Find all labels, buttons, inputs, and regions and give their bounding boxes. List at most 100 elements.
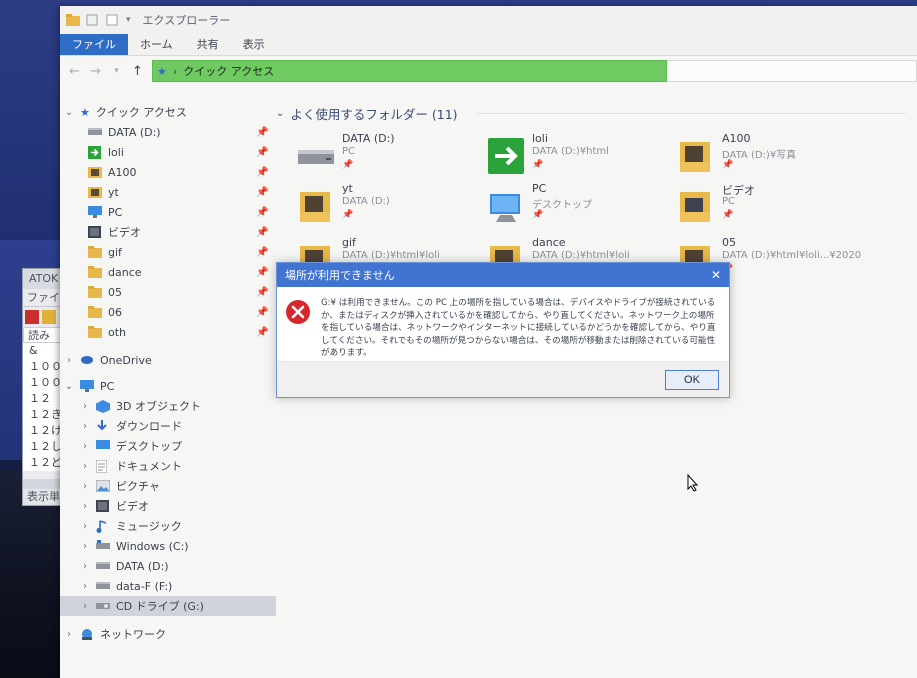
folder-icon [88,325,102,339]
nav-pc-item[interactable]: › ダウンロード [60,416,276,436]
nav-quick-item[interactable]: gif 📌 [60,242,276,262]
nav-label: 3D オブジェクト [116,400,201,413]
nav-pc-item[interactable]: › ピクチャ [60,476,276,496]
expand-chevron-icon[interactable]: › [80,501,90,512]
nav-quick-item[interactable]: DATA (D:) 📌 [60,122,276,142]
folder-tile[interactable]: A100 DATA (D:)¥写真 📌 [676,132,856,184]
folder-icon[interactable] [66,14,80,26]
atok-book-icon[interactable] [25,310,39,324]
nav-quick-item[interactable]: dance 📌 [60,262,276,282]
nav-quick-item[interactable]: loli 📌 [60,142,276,162]
nav-quick-access[interactable]: ⌄ ★ クイック アクセス [60,102,276,122]
nav-pc[interactable]: ⌄ PC [60,376,276,396]
section-divider [476,113,906,114]
properties-icon[interactable] [86,14,100,26]
computer-icon [88,205,102,219]
quick-access-toolbar-dropdown-icon[interactable]: ▾ [126,15,131,25]
dialog-message: G:¥ は利用できません。この PC 上の場所を指している場合は、デバイスやドラ… [321,298,716,359]
expand-chevron-icon[interactable]: › [80,481,90,492]
expand-chevron-icon[interactable]: › [80,541,90,552]
tab-home[interactable]: ホーム [128,34,185,55]
folder-tile[interactable]: loli DATA (D:)¥html 📌 [486,132,666,184]
ok-button[interactable]: OK [665,370,719,390]
frequent-folders-header[interactable]: ⌄ よく使用するフォルダー (11) [276,102,458,124]
recent-locations-chevron-icon[interactable]: ▾ [110,66,123,76]
expand-chevron-icon[interactable]: › [80,441,90,452]
pin-icon[interactable]: 📌 [256,327,268,338]
cd-drive-icon [96,600,110,613]
nav-label: OneDrive [100,353,152,367]
expand-chevron-icon[interactable]: › [80,421,90,432]
tile-name: dance [532,236,566,249]
nav-quick-item[interactable]: A100 📌 [60,162,276,182]
folder-tile[interactable]: ビデオ PC 📌 [676,182,856,234]
pin-icon[interactable]: 📌 [256,127,268,138]
nav-pc-item[interactable]: › DATA (D:) [60,556,276,576]
expand-chevron-icon[interactable]: › [80,601,90,612]
nav-pc-item[interactable]: › Windows (C:) [60,536,276,556]
address-input[interactable]: ★ › クイック アクセス [152,60,667,82]
tile-path: PC [722,196,736,207]
pin-icon[interactable]: 📌 [256,167,268,178]
nav-quick-item[interactable]: yt 📌 [60,182,276,202]
nav-pc-item[interactable]: › 3D オブジェクト [60,396,276,416]
nav-quick-item[interactable]: 05 📌 [60,282,276,302]
pin-icon[interactable]: 📌 [256,307,268,318]
nav-label: gif [108,245,122,259]
nav-pc-item[interactable]: › ドキュメント [60,456,276,476]
pin-icon: 📌 [722,210,734,220]
nav-quick-item[interactable]: 06 📌 [60,302,276,322]
document-icon [95,459,110,473]
breadcrumb-chevron-icon[interactable]: › [173,65,177,78]
expand-chevron-icon[interactable]: › [80,521,90,532]
expand-chevron-icon[interactable]: ⌄ [64,381,74,392]
nav-pc-item[interactable]: › data-F (F:) [60,576,276,596]
forward-arrow-icon[interactable]: → [89,64,102,79]
tab-file[interactable]: ファイル [60,34,128,55]
expand-chevron-icon[interactable]: › [80,561,90,572]
new-folder-icon[interactable] [106,14,120,26]
pin-icon[interactable]: 📌 [256,227,268,238]
nav-pc-item[interactable]: › ビデオ [60,496,276,516]
breadcrumb-quick-access[interactable]: クイック アクセス [183,63,274,79]
address-bar-empty-area[interactable] [667,60,917,82]
nav-pc-item[interactable]: › ミュージック [60,516,276,536]
pin-icon[interactable]: 📌 [256,207,268,218]
nav-onedrive[interactable]: › OneDrive [60,350,276,370]
expand-chevron-icon[interactable]: › [80,461,90,472]
collapse-chevron-icon[interactable]: ⌄ [276,108,284,119]
tab-view[interactable]: 表示 [231,34,277,55]
pin-icon[interactable]: 📌 [256,187,268,198]
expand-chevron-icon[interactable]: › [64,629,74,640]
folder-tile[interactable]: PC デスクトップ 📌 [486,182,666,234]
expand-chevron-icon[interactable]: › [80,401,90,412]
back-arrow-icon[interactable]: ← [68,64,81,79]
folder-tile[interactable]: DATA (D:) PC 📌 [296,132,476,184]
up-arrow-icon[interactable]: ↑ [131,64,144,79]
nav-label: PC [100,379,115,393]
folder-tile[interactable]: yt DATA (D:) 📌 [296,182,476,234]
tile-path: デスクトップ [532,200,592,211]
expand-chevron-icon[interactable]: › [64,355,74,366]
close-icon[interactable]: ✕ [711,268,721,282]
pin-icon[interactable]: 📌 [256,147,268,158]
expand-chevron-icon[interactable]: › [80,581,90,592]
pin-icon[interactable]: 📌 [256,247,268,258]
tab-share[interactable]: 共有 [185,34,231,55]
nav-quick-item[interactable]: PC 📌 [60,202,276,222]
nav-label: デスクトップ [116,440,182,453]
nav-label: ピクチャ [116,480,160,493]
pin-icon[interactable]: 📌 [256,267,268,278]
nav-pc-item[interactable]: › CD ドライブ (G:) [60,596,276,616]
nav-label: yt [108,185,119,199]
nav-pc-item[interactable]: › デスクトップ [60,436,276,456]
nav-quick-item[interactable]: oth 📌 [60,322,276,342]
pin-icon[interactable]: 📌 [256,287,268,298]
folder-image-icon [88,166,102,179]
atok-folder-icon[interactable] [42,310,56,324]
nav-label: 06 [108,305,122,319]
nav-network[interactable]: › ネットワーク [60,624,276,644]
nav-quick-item[interactable]: ビデオ 📌 [60,222,276,242]
desktop-icon [96,439,110,453]
expand-chevron-icon[interactable]: ⌄ [64,107,74,118]
